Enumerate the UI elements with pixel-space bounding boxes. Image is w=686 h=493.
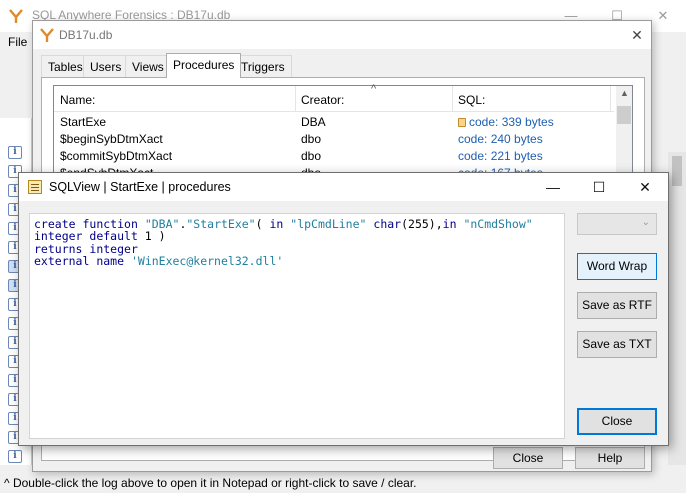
sqlview-app-icon (28, 180, 42, 194)
options-dropdown[interactable]: ⌄ (577, 213, 657, 235)
chevron-down-icon: ⌄ (641, 217, 650, 228)
database-dialog-close-button[interactable]: ✕ (627, 25, 647, 45)
help-button[interactable]: Help (575, 447, 645, 469)
table-scrollbar-thumb[interactable] (617, 106, 631, 124)
sqlview-body: create function "DBA"."StartExe"( in "lp… (19, 201, 668, 445)
scroll-up-icon[interactable]: ▲ (620, 88, 629, 98)
database-close-button[interactable]: Close (493, 447, 563, 469)
sql-code-link[interactable]: code: 221 bytes (458, 149, 543, 163)
info-icon: i (8, 450, 22, 463)
sqlview-close-icon[interactable]: ✕ (622, 173, 668, 201)
column-separator[interactable] (452, 86, 453, 112)
save-as-rtf-button[interactable]: Save as RTF (577, 292, 657, 319)
status-bar: ^ Double-click the log above to open it … (0, 473, 686, 493)
app-logo-icon (9, 9, 23, 23)
info-icon: i (8, 146, 22, 159)
cell-name: $commitSybDtmXact (60, 149, 173, 163)
word-wrap-button[interactable]: Word Wrap (577, 253, 657, 280)
sqlview-maximize-button[interactable]: ☐ (576, 173, 622, 201)
sqlview-dialog: SQLView | StartExe | procedures — ☐ ✕ cr… (18, 172, 669, 446)
cell-creator: dbo (301, 149, 322, 163)
sql-code-editor[interactable]: create function "DBA"."StartExe"( in "lp… (29, 213, 565, 439)
database-dialog-title: DB17u.db (59, 28, 113, 42)
sqlview-minimize-button[interactable]: — (530, 173, 576, 201)
cell-name: StartExe (60, 115, 107, 129)
sort-indicator-icon: ^ (371, 83, 377, 95)
menu-file[interactable]: File (8, 35, 27, 49)
tab-views[interactable]: Views (125, 55, 171, 77)
sqlview-title: SQLView | StartExe | procedures (49, 180, 231, 194)
app-logo-icon (40, 28, 54, 42)
status-text: ^ Double-click the log above to open it … (4, 476, 417, 490)
table-row[interactable]: $commitSybDtmXact dbo code: 221 bytes (54, 147, 614, 164)
procedures-table[interactable]: Name: Creator: ^ SQL: StartExe DBA code:… (53, 83, 633, 181)
save-as-txt-button[interactable]: Save as TXT (577, 331, 657, 358)
cell-creator: dbo (301, 132, 322, 146)
column-header-creator[interactable]: Creator: (301, 93, 344, 107)
lock-icon (458, 118, 466, 127)
column-header-name[interactable]: Name: (60, 93, 95, 107)
cell-name: $beginSybDtmXact (60, 132, 163, 146)
cell-creator: DBA (301, 115, 326, 129)
column-separator[interactable] (610, 86, 611, 112)
sqlview-close-button[interactable]: Close (577, 408, 657, 435)
table-scrollbar[interactable]: ▲ (616, 86, 632, 180)
tab-procedures[interactable]: Procedures (166, 53, 242, 78)
cell-sql[interactable]: code: 339 bytes (458, 115, 554, 129)
log-scrollbar-thumb[interactable] (672, 156, 682, 186)
log-scrollbar[interactable] (668, 152, 686, 465)
sql-code-link[interactable]: code: 339 bytes (469, 115, 554, 129)
column-header-sql[interactable]: SQL: (458, 93, 485, 107)
table-header: Name: Creator: ^ SQL: (54, 83, 614, 112)
column-separator[interactable] (295, 86, 296, 112)
table-row[interactable]: $beginSybDtmXact dbo code: 240 bytes (54, 130, 614, 147)
database-dialog-title-bar: DB17u.db ✕ (33, 21, 651, 49)
tab-users[interactable]: Users (83, 55, 129, 77)
code-line: external name 'WinExec@kernel32.dll' (34, 254, 284, 269)
tab-triggers[interactable]: Triggers (234, 55, 292, 77)
sql-code-link[interactable]: code: 240 bytes (458, 132, 543, 146)
table-row[interactable]: StartExe DBA code: 339 bytes (54, 113, 614, 130)
sqlview-title-bar: SQLView | StartExe | procedures — ☐ ✕ (19, 173, 668, 201)
